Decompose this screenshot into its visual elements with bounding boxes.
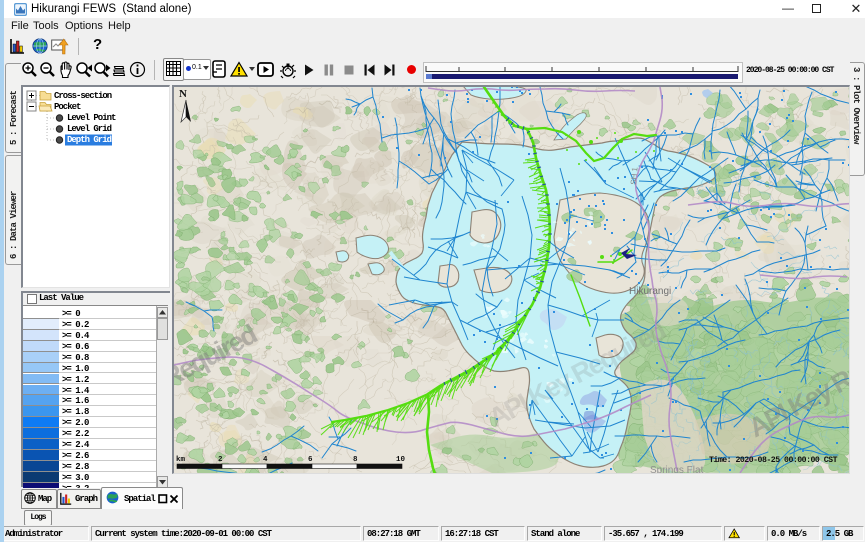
svg-text:SH 1: SH 1 — [629, 166, 640, 185]
svg-text:Springs Flat: Springs Flat — [650, 465, 704, 473]
svg-text:km: km — [176, 456, 186, 464]
svg-text:6: 6 — [308, 456, 313, 464]
svg-text:4: 4 — [263, 456, 268, 464]
svg-text:N: N — [179, 88, 187, 100]
svg-text:8: 8 — [353, 456, 358, 464]
svg-text:Hikurangi: Hikurangi — [629, 286, 671, 297]
svg-text:Time: 2020-08-25 00:00:00 CST: Time: 2020-08-25 00:00:00 CST — [709, 455, 838, 465]
svg-text:2: 2 — [218, 456, 223, 464]
svg-text:10: 10 — [396, 456, 406, 464]
